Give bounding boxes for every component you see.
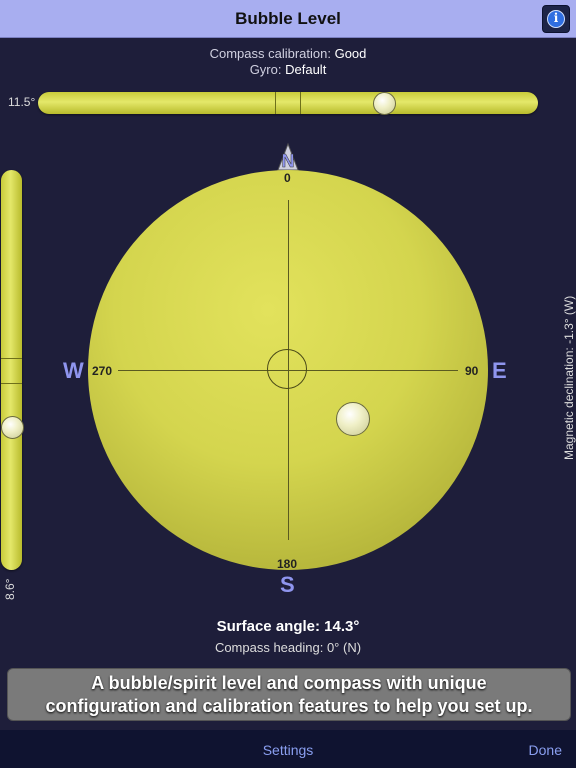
- horizontal-center-mark-left: [275, 92, 276, 114]
- done-button[interactable]: Done: [529, 742, 562, 758]
- vertical-bubble: [1, 416, 24, 439]
- banner-line-2: configuration and calibration features t…: [45, 695, 533, 716]
- degree-0-label: 0: [284, 171, 291, 185]
- vertical-center-mark-bottom: [1, 383, 22, 384]
- settings-button[interactable]: Settings: [0, 742, 576, 758]
- info-button[interactable]: i: [542, 5, 570, 33]
- gyro-label: Gyro:: [249, 62, 282, 77]
- info-icon: i: [547, 10, 565, 28]
- magnetic-declination-label: Magnetic declination: -1.3° (W): [562, 295, 576, 460]
- horizontal-bubble: [373, 92, 396, 115]
- north-letter: N: [282, 151, 295, 171]
- degree-180-label: 180: [277, 557, 298, 571]
- north-marker-icon: N: [277, 142, 299, 171]
- east-label: E: [492, 358, 507, 383]
- vertical-angle-label: 8.6°: [3, 578, 17, 600]
- surface-bubble: [336, 402, 370, 436]
- gyro-status: Gyro: Default: [0, 62, 576, 77]
- vertical-center-mark-top: [1, 358, 22, 359]
- vertical-level-vial: [1, 170, 24, 570]
- degree-270-label: 270: [92, 364, 113, 378]
- promo-banner: A bubble/spirit level and compass with u…: [7, 668, 571, 721]
- app-title: Bubble Level: [235, 9, 341, 28]
- south-label: S: [280, 572, 295, 597]
- gyro-value: Default: [285, 62, 327, 77]
- bottom-toolbar: Settings Done: [0, 730, 576, 768]
- horizontal-level-vial: [38, 92, 538, 115]
- compass-calibration-status: Compass calibration: Good: [0, 46, 576, 61]
- horizontal-angle-label: 11.5°: [8, 95, 36, 109]
- horizontal-center-mark-right: [300, 92, 301, 114]
- compass-dial: 0 90 180 270: [88, 170, 488, 571]
- compass-heading-readout: Compass heading: 0° (N): [214, 640, 362, 655]
- surface-angle-readout: Surface angle: 14.3°: [216, 618, 360, 635]
- compass-calibration-value: Good: [334, 46, 367, 61]
- degree-90-label: 90: [465, 364, 479, 378]
- dial-center-ring: [267, 349, 307, 389]
- west-label: W: [63, 358, 84, 383]
- compass-calibration-label: Compass calibration:: [209, 46, 331, 61]
- title-bar: Bubble Level i: [0, 0, 576, 38]
- banner-line-1: A bubble/spirit level and compass with u…: [91, 672, 487, 693]
